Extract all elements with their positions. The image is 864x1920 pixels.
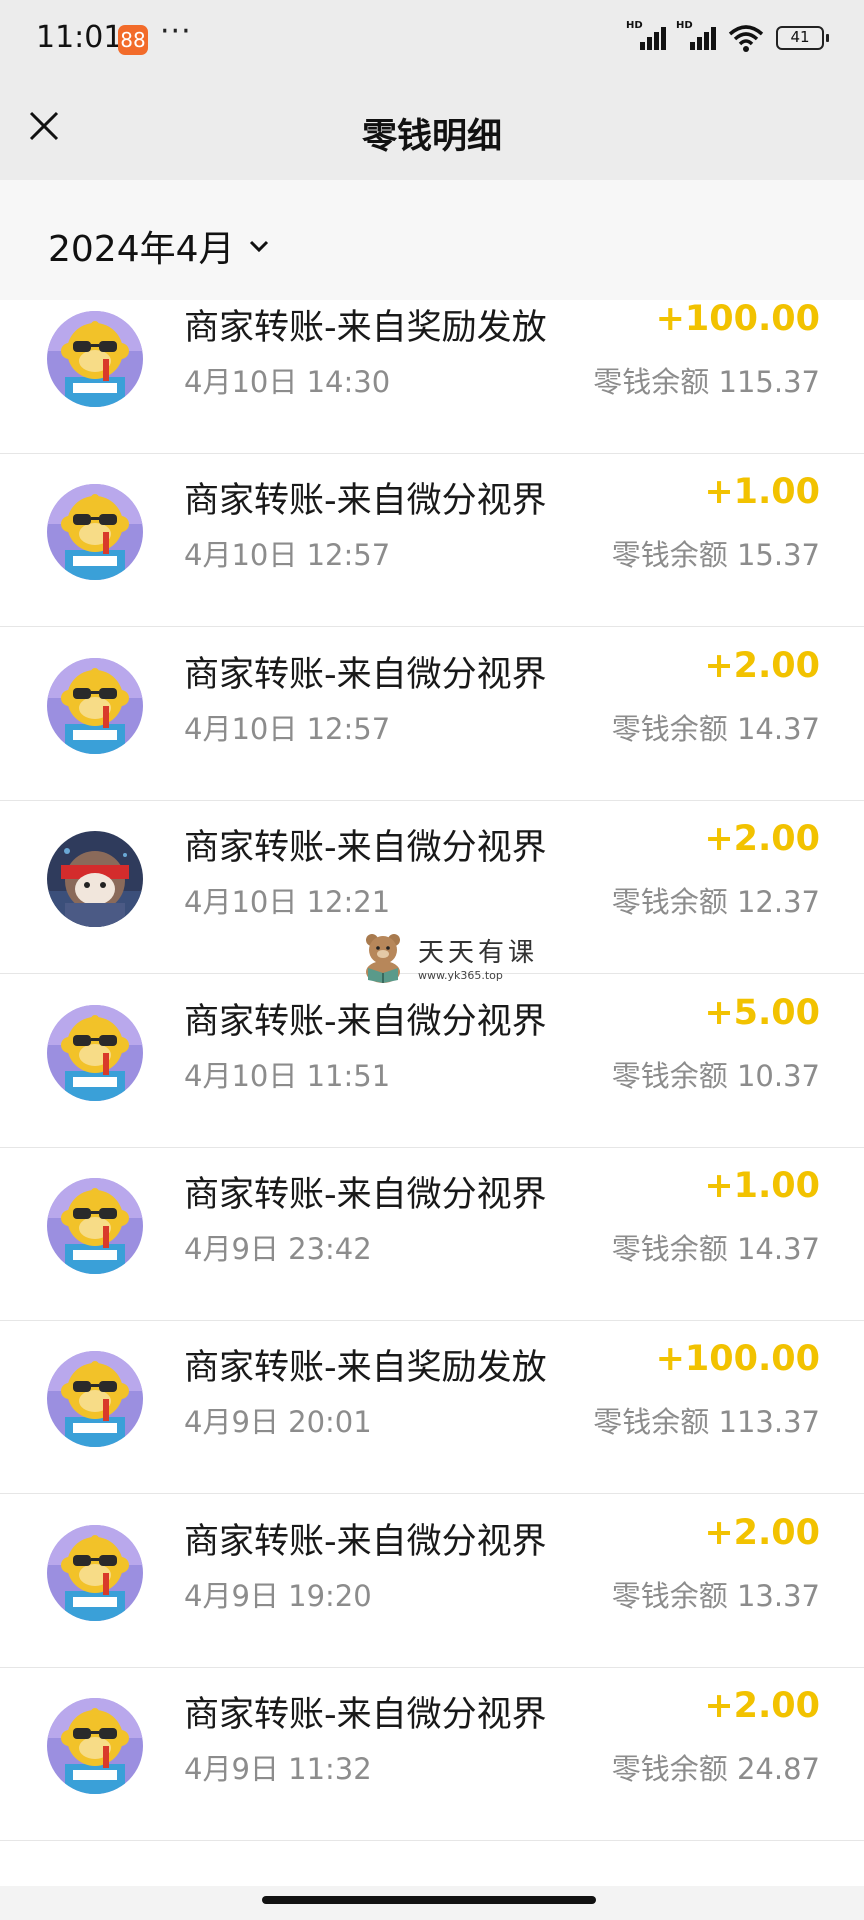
watermark-url: www.yk365.top — [418, 969, 503, 982]
monkey-avatar-image — [47, 484, 143, 580]
month-selector[interactable]: 2024年4月 — [48, 220, 271, 272]
transaction-item[interactable]: 商家转账-来自奖励发放 4月10日 14:30 +100.00 零钱余额 115… — [0, 300, 864, 454]
transaction-date: 4月10日 11:51 — [184, 1059, 391, 1093]
battery-icon: 41 — [776, 26, 829, 50]
bear-reading-icon — [366, 934, 400, 983]
transaction-balance: 零钱余额 12.37 — [611, 885, 820, 919]
transaction-date: 4月10日 12:57 — [184, 538, 391, 572]
transaction-item[interactable]: 商家转账-来自微分视界 4月9日 11:32 +2.00 零钱余额 24.87 — [0, 1668, 864, 1841]
merchant-avatar — [47, 1525, 143, 1621]
transaction-balance: 零钱余额 15.37 — [611, 538, 820, 572]
transaction-item[interactable]: 商家转账-来自奖励发放 4月9日 20:01 +100.00 零钱余额 113.… — [0, 1321, 864, 1494]
merchant-avatar — [47, 831, 143, 927]
transaction-title: 商家转账-来自微分视界 — [184, 828, 547, 868]
transaction-balance: 零钱余额 24.87 — [611, 1752, 820, 1786]
signal-icon: HD — [676, 20, 716, 54]
transaction-date: 4月9日 20:01 — [184, 1405, 372, 1439]
transaction-balance: 零钱余额 115.37 — [593, 365, 820, 399]
ninja-avatar-image — [47, 831, 143, 927]
monkey-avatar-image — [47, 658, 143, 754]
month-filter-bar: 2024年4月 — [0, 180, 864, 300]
transaction-item[interactable]: 商家转账-来自微分视界 4月9日 23:42 +1.00 零钱余额 14.37 — [0, 1148, 864, 1321]
monkey-avatar-image — [47, 1351, 143, 1447]
transaction-date: 4月9日 19:20 — [184, 1579, 372, 1613]
transaction-balance: 零钱余额 113.37 — [593, 1405, 820, 1439]
merchant-avatar — [47, 1005, 143, 1101]
month-label: 2024年4月 — [48, 229, 235, 270]
merchant-avatar — [47, 311, 143, 407]
transaction-balance: 零钱余额 13.37 — [611, 1579, 820, 1613]
transaction-amount: +5.00 — [704, 993, 820, 1033]
wifi-icon — [728, 25, 764, 52]
transaction-balance: 零钱余额 14.37 — [611, 712, 820, 746]
monkey-avatar-image — [47, 1525, 143, 1621]
transaction-date: 4月9日 23:42 — [184, 1232, 372, 1266]
watermark: 天天有课 www.yk365.top — [356, 930, 538, 984]
more-notifications-icon: ··· — [160, 14, 192, 49]
chevron-down-icon — [249, 240, 268, 253]
transaction-title: 商家转账-来自微分视界 — [184, 1175, 547, 1215]
transaction-amount: +2.00 — [704, 819, 820, 859]
transaction-title: 商家转账-来自微分视界 — [184, 481, 547, 521]
transaction-title: 商家转账-来自奖励发放 — [184, 308, 547, 348]
transaction-item[interactable]: 商家转账-来自微分视界 4月10日 12:57 +1.00 零钱余额 15.37 — [0, 454, 864, 627]
merchant-avatar — [47, 1178, 143, 1274]
transaction-amount: +2.00 — [704, 1686, 820, 1726]
transaction-title: 商家转账-来自奖励发放 — [184, 1348, 547, 1388]
transaction-date: 4月9日 11:32 — [184, 1752, 372, 1786]
transaction-title: 商家转账-来自微分视界 — [184, 655, 547, 695]
home-indicator[interactable] — [262, 1896, 596, 1904]
watermark-name: 天天有课 — [418, 938, 539, 968]
transaction-date: 4月10日 14:30 — [184, 365, 391, 399]
transaction-date: 4月10日 12:21 — [184, 885, 391, 919]
navigation-bar: 零钱明细 — [0, 80, 864, 180]
transaction-amount: +1.00 — [704, 1166, 820, 1206]
transaction-title: 商家转账-来自微分视界 — [184, 1695, 547, 1735]
transaction-amount: +2.00 — [704, 646, 820, 686]
status-time: 11:01 — [36, 20, 123, 55]
merchant-avatar — [47, 1351, 143, 1447]
transaction-item[interactable]: 商家转账-来自微分视界 4月9日 19:20 +2.00 零钱余额 13.37 — [0, 1495, 864, 1668]
transaction-list[interactable]: 商家转账-来自奖励发放 4月10日 14:30 +100.00 零钱余额 115… — [0, 300, 864, 1886]
transaction-balance: 零钱余额 10.37 — [611, 1059, 820, 1093]
transaction-amount: +1.00 — [704, 472, 820, 512]
transaction-title: 商家转账-来自微分视界 — [184, 1522, 547, 1562]
status-bar: 11:01 88 ··· HD HD 41 — [0, 0, 864, 80]
transaction-date: 4月10日 12:57 — [184, 712, 391, 746]
monkey-avatar-image — [47, 1178, 143, 1274]
merchant-avatar — [47, 1698, 143, 1794]
transaction-amount: +100.00 — [655, 300, 820, 339]
transaction-amount: +2.00 — [704, 1513, 820, 1553]
transaction-amount: +100.00 — [655, 1339, 820, 1379]
transaction-balance: 零钱余额 14.37 — [611, 1232, 820, 1266]
page-title: 零钱明细 — [361, 117, 502, 157]
monkey-avatar-image — [47, 311, 143, 407]
transaction-item[interactable]: 商家转账-来自微分视界 4月10日 11:51 +5.00 零钱余额 10.37 — [0, 975, 864, 1148]
merchant-avatar — [47, 484, 143, 580]
status-indicators: HD HD 41 — [626, 20, 829, 54]
monkey-avatar-image — [47, 1698, 143, 1794]
monkey-avatar-image — [47, 1005, 143, 1101]
app-notification-icon: 88 — [118, 25, 148, 55]
transaction-item[interactable]: 商家转账-来自微分视界 4月10日 12:57 +2.00 零钱余额 14.37 — [0, 628, 864, 801]
transaction-title: 商家转账-来自微分视界 — [184, 1002, 547, 1042]
signal-icon: HD — [626, 20, 666, 54]
merchant-avatar — [47, 658, 143, 754]
